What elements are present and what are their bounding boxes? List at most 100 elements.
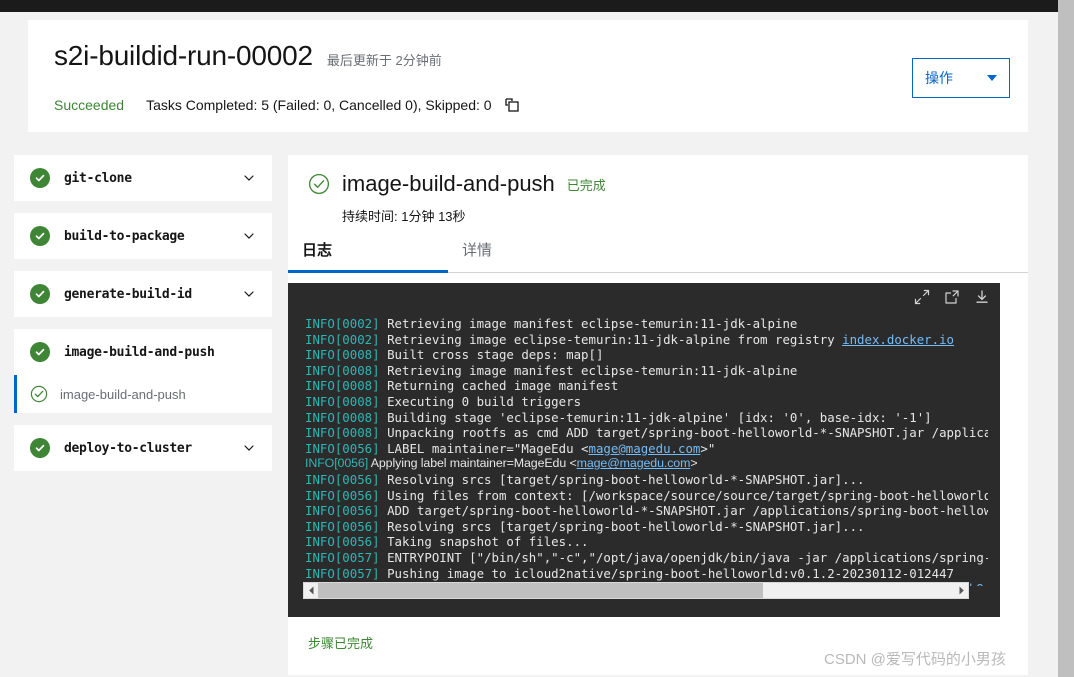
log-line: INFO[0057] ENTRYPOINT ["/bin/sh","-c","/…: [305, 550, 988, 566]
expand-icon[interactable]: [914, 289, 930, 310]
check-circle-filled-icon: [30, 284, 50, 304]
log-text: >: [690, 456, 697, 470]
status-row: Succeeded Tasks Completed: 5 (Failed: 0,…: [54, 97, 520, 113]
tab-logs[interactable]: 日志: [288, 233, 448, 273]
step-header: image-build-and-push 已完成: [308, 171, 606, 197]
log-level: INFO[0008]: [305, 347, 380, 362]
log-horizontal-scrollbar[interactable]: [303, 582, 969, 599]
actions-button[interactable]: 操作: [912, 58, 1010, 98]
log-text: Retrieving image manifest eclipse-temuri…: [380, 316, 798, 331]
page-root: s2i-buildid-run-00002 最后更新于 2分钟前 Succeed…: [0, 0, 1074, 677]
external-link-icon[interactable]: [944, 289, 960, 310]
last-updated-text: 最后更新于 2分钟前: [327, 50, 442, 69]
log-text: LABEL maintainer="MageEdu <: [380, 441, 589, 456]
log-line: INFO[0002] Retrieving image eclipse-temu…: [305, 332, 988, 348]
sidebar-step-image-build-and-push[interactable]: image-build-and-push: [14, 375, 272, 413]
log-text: Unpacking rootfs as cmd ADD target/sprin…: [380, 425, 988, 440]
log-level: INFO[0056]: [305, 488, 380, 503]
log-line: INFO[0056] LABEL maintainer="MageEdu <ma…: [305, 441, 988, 457]
log-text: Building stage 'eclipse-temurin:11-jdk-a…: [380, 410, 932, 425]
log-line: INFO[0056] Resolving srcs [target/spring…: [305, 519, 988, 535]
task-card-build-to-package: build-to-package: [14, 213, 272, 259]
step-duration: 持续时间: 1分钟 13秒: [342, 206, 466, 225]
task-card-generate-build-id: generate-build-id: [14, 271, 272, 317]
sidebar-item-build-to-package[interactable]: build-to-package: [30, 213, 256, 259]
watermark: CSDN @爱写代码的小男孩: [824, 648, 1006, 669]
scroll-thumb[interactable]: [318, 583, 763, 598]
log-text: Resolving srcs [target/spring-boot-hello…: [380, 472, 865, 487]
actions-button-label: 操作: [925, 68, 953, 88]
browser-chrome-bar: [0, 0, 1058, 12]
check-circle-filled-icon: [30, 226, 50, 246]
log-level: INFO[0008]: [305, 363, 380, 378]
check-circle-filled-icon: [30, 168, 50, 188]
task-card-git-clone: git-clone: [14, 155, 272, 201]
task-label: image-build-and-push: [64, 345, 256, 360]
log-level: INFO[0056]: [305, 503, 380, 518]
log-text: Taking snapshot of files...: [380, 534, 589, 549]
title-row: s2i-buildid-run-00002 最后更新于 2分钟前: [54, 40, 442, 72]
log-level: INFO[0056]: [305, 534, 380, 549]
log-text: Applying label maintainer=MageEdu <: [368, 456, 577, 470]
log-text: Executing 0 build triggers: [380, 394, 581, 409]
tab-bar: 日志 详情: [288, 233, 1028, 273]
log-link[interactable]: mage@magedu.com: [588, 441, 700, 456]
log-line: INFO[0008] Built cross stage deps: map[]: [305, 347, 988, 363]
copy-icon[interactable]: [504, 97, 520, 113]
log-level: INFO[0057]: [305, 550, 380, 565]
chevron-down-icon: [987, 75, 997, 81]
task-label: git-clone: [64, 171, 242, 186]
log-text: Retrieving image eclipse-temurin:11-jdk-…: [380, 332, 843, 347]
page-vertical-scrollbar[interactable]: [1058, 0, 1074, 677]
log-text: Pushing image to icloud2native/spring-bo…: [380, 566, 954, 581]
log-toolbar: [914, 289, 990, 310]
log-line: INFO[0008] Retrieving image manifest ecl…: [305, 363, 988, 379]
step-detail-panel: image-build-and-push 已完成 持续时间: 1分钟 13秒 日…: [288, 155, 1028, 675]
sidebar-item-git-clone[interactable]: git-clone: [30, 155, 256, 201]
log-level: INFO[0056]: [305, 519, 380, 534]
log-level: INFO[0002]: [305, 316, 380, 331]
log-line: INFO[0008] Unpacking rootfs as cmd ADD t…: [305, 425, 988, 441]
sidebar-item-generate-build-id[interactable]: generate-build-id: [30, 271, 256, 317]
log-line: INFO[0056] ADD target/spring-boot-hellow…: [305, 503, 988, 519]
scroll-left-arrow-icon[interactable]: [304, 583, 318, 598]
log-level: INFO[0056]: [305, 441, 380, 456]
scroll-right-arrow-icon[interactable]: [954, 583, 968, 598]
log-line: INFO[0008] Returning cached image manife…: [305, 378, 988, 394]
chevron-down-icon[interactable]: [242, 229, 256, 243]
log-line: INFO[0002] Retrieving image manifest ecl…: [305, 316, 988, 332]
check-circle-outline-icon: [30, 385, 48, 403]
log-link[interactable]: mage@magedu.com: [577, 456, 691, 470]
log-level: INFO[0056]: [305, 472, 380, 487]
log-level: INFO[0008]: [305, 425, 380, 440]
log-level: INFO[0008]: [305, 410, 380, 425]
tasks-summary: Tasks Completed: 5 (Failed: 0, Cancelled…: [146, 97, 492, 113]
task-label: deploy-to-cluster: [64, 441, 242, 456]
log-text: Built cross stage deps: map[]: [380, 347, 604, 362]
sidebar-item-deploy-to-cluster[interactable]: deploy-to-cluster: [30, 425, 256, 471]
log-text: Resolving srcs [target/spring-boot-hello…: [380, 519, 865, 534]
log-link[interactable]: index.docker.io: [842, 332, 954, 347]
log-text: >": [700, 441, 715, 456]
log-line: INFO[0057] Pushing image to icloud2nativ…: [305, 566, 988, 582]
page-title: s2i-buildid-run-00002: [54, 40, 313, 72]
task-label: generate-build-id: [64, 287, 242, 302]
scroll-track[interactable]: [318, 583, 954, 598]
chevron-down-icon[interactable]: [242, 441, 256, 455]
log-level: INFO[0057]: [305, 566, 380, 581]
log-text: Retrieving image manifest eclipse-temuri…: [380, 363, 798, 378]
log-console: INFO[0002] Retrieving image manifest ecl…: [288, 283, 1000, 617]
log-line: INFO[0056] Applying label maintainer=Mag…: [305, 456, 988, 472]
check-circle-filled-icon: [30, 342, 50, 362]
log-output[interactable]: INFO[0002] Retrieving image manifest ecl…: [305, 316, 988, 586]
log-level: INFO[0056]: [305, 456, 368, 470]
task-label: build-to-package: [64, 229, 242, 244]
log-line: INFO[0056] Using files from context: [/w…: [305, 488, 988, 504]
log-level: INFO[0008]: [305, 394, 380, 409]
tab-details[interactable]: 详情: [448, 233, 608, 273]
log-line: INFO[0008] Executing 0 build triggers: [305, 394, 988, 410]
download-icon[interactable]: [974, 289, 990, 310]
chevron-down-icon[interactable]: [242, 287, 256, 301]
sidebar-item-image-build-and-push[interactable]: image-build-and-push: [30, 329, 256, 375]
chevron-down-icon[interactable]: [242, 171, 256, 185]
